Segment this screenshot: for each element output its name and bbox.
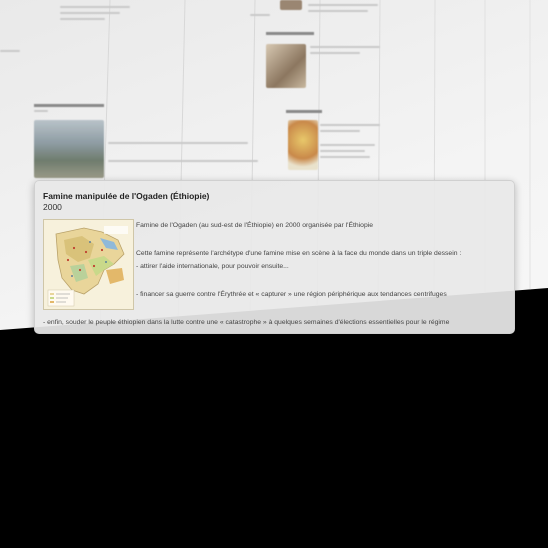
background-text xyxy=(310,52,360,54)
background-thumbnail xyxy=(280,0,302,10)
event-title: Famine manipulée de l'Ogaden (Éthiopie) xyxy=(43,191,210,201)
background-text xyxy=(60,12,120,14)
background-text xyxy=(60,18,105,20)
event-detail-popup: Famine manipulée de l'Ogaden (Éthiopie) … xyxy=(34,180,515,334)
background-text xyxy=(320,150,365,152)
event-paragraph: - enfin, souder le peuple éthiopien dans… xyxy=(43,319,450,326)
background-thumbnail xyxy=(34,120,104,178)
background-item-title xyxy=(286,110,322,113)
event-paragraph: - financer sa guerre contre l'Érythrée e… xyxy=(136,291,447,298)
event-summary: Famine de l'Ogaden (au sud-est de l'Éthi… xyxy=(136,222,374,229)
background-item-title xyxy=(266,32,314,35)
background-text xyxy=(320,156,370,158)
event-paragraph: Cette famine représente l'archétype d'un… xyxy=(136,250,462,257)
background-text xyxy=(108,142,248,144)
background-text xyxy=(320,130,360,132)
event-paragraph: - attirer l'aide internationale, pour po… xyxy=(136,263,289,270)
background-text xyxy=(320,124,380,126)
ethiopia-map-image xyxy=(43,219,134,310)
background-thumbnail xyxy=(266,44,306,88)
background-thumbnail xyxy=(288,120,318,170)
background-text xyxy=(320,144,375,146)
background-text xyxy=(250,14,270,16)
background-text xyxy=(310,46,380,48)
event-date: 2000 xyxy=(43,202,62,212)
background-text xyxy=(108,160,258,162)
background-item-title xyxy=(34,104,104,107)
background-text xyxy=(60,6,130,8)
background-text xyxy=(308,10,368,12)
background-text xyxy=(308,4,378,6)
background-text xyxy=(0,50,20,52)
background-text xyxy=(34,110,48,112)
